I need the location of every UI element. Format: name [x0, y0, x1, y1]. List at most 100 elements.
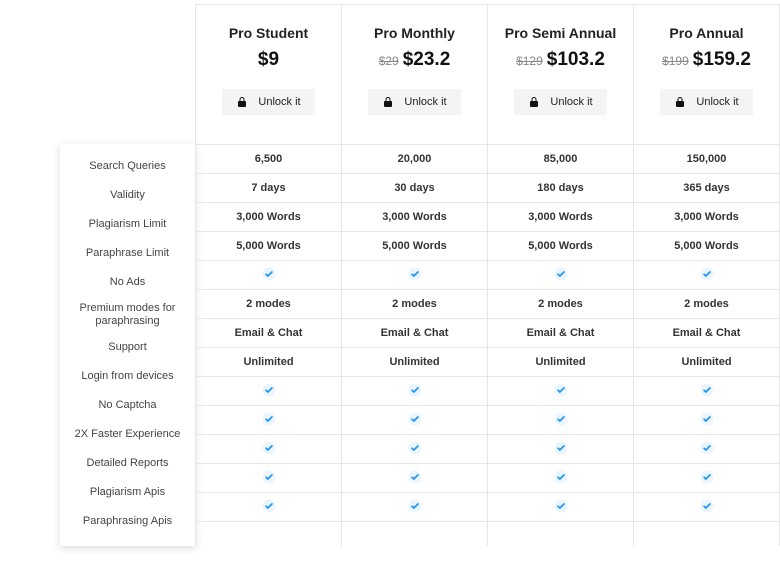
plan-old-price: $29	[379, 54, 399, 68]
feature-label: Support	[60, 333, 195, 362]
check-icon	[700, 470, 714, 484]
feature-cell: 3,000 Words	[634, 203, 779, 232]
plan-price-row: $29 $23.2	[379, 49, 451, 71]
check-icon	[700, 383, 714, 397]
plan-column: Pro Monthly$29$23.2Unlock it20,00030 day…	[342, 4, 488, 546]
check-mark	[262, 441, 276, 458]
check-mark	[408, 441, 422, 458]
feature-cell	[196, 493, 341, 522]
feature-cell: 20,000	[342, 145, 487, 174]
feature-cell	[488, 493, 633, 522]
feature-cell	[196, 406, 341, 435]
feature-cell	[196, 377, 341, 406]
feature-cell	[634, 435, 779, 464]
lock-icon	[528, 96, 540, 108]
feature-cell: 5,000 Words	[488, 232, 633, 261]
check-mark	[262, 412, 276, 429]
feature-cell	[488, 377, 633, 406]
feature-label: Validity	[60, 181, 195, 210]
check-mark	[262, 470, 276, 487]
feature-cell: 5,000 Words	[342, 232, 487, 261]
check-mark	[554, 499, 568, 516]
check-icon	[554, 412, 568, 426]
unlock-button[interactable]: Unlock it	[368, 89, 460, 115]
check-mark	[700, 499, 714, 516]
plan-price-row: $199$159.2	[662, 49, 751, 71]
feature-cell: 85,000	[488, 145, 633, 174]
check-mark	[554, 267, 568, 284]
check-icon	[262, 441, 276, 455]
plan-column: Pro Annual$199$159.2Unlock it150,000365 …	[634, 4, 780, 546]
plan-header: Pro Semi Annual$129$103.2Unlock it	[488, 5, 633, 145]
feature-cell	[634, 464, 779, 493]
feature-cell	[342, 406, 487, 435]
feature-cell: 3,000 Words	[342, 203, 487, 232]
plan-header: Pro Monthly$29$23.2Unlock it	[342, 5, 487, 145]
unlock-button[interactable]: Unlock it	[514, 89, 606, 115]
feature-cell: Email & Chat	[634, 319, 779, 348]
unlock-button[interactable]: Unlock it	[222, 89, 314, 115]
check-icon	[408, 470, 422, 484]
check-mark	[554, 470, 568, 487]
feature-labels-column: Search Queries Validity Plagiarism Limit…	[60, 144, 195, 546]
feature-cell: 3,000 Words	[488, 203, 633, 232]
lock-icon	[674, 96, 686, 108]
check-icon	[554, 441, 568, 455]
check-icon	[700, 412, 714, 426]
plan-price-row: $9	[258, 49, 279, 71]
unlock-button[interactable]: Unlock it	[660, 89, 752, 115]
feature-cell	[196, 261, 341, 290]
feature-label: Premium modes for paraphrasing	[60, 297, 195, 333]
feature-cell: 180 days	[488, 174, 633, 203]
check-mark	[262, 499, 276, 516]
feature-cell	[488, 406, 633, 435]
unlock-label: Unlock it	[258, 96, 300, 108]
check-mark	[262, 383, 276, 400]
feature-cell: Email & Chat	[196, 319, 341, 348]
feature-cell	[196, 464, 341, 493]
check-icon	[262, 499, 276, 513]
feature-cell	[342, 261, 487, 290]
check-icon	[554, 383, 568, 397]
plan-header: Pro Student$9Unlock it	[196, 5, 341, 145]
feature-cell: 2 modes	[634, 290, 779, 319]
feature-cell	[342, 464, 487, 493]
table-area: Search Queries Validity Plagiarism Limit…	[60, 4, 780, 546]
check-icon	[554, 499, 568, 513]
feature-label: No Ads	[60, 268, 195, 297]
plan-price: $103.2	[547, 49, 605, 71]
check-icon	[408, 441, 422, 455]
feature-cell	[488, 261, 633, 290]
unlock-label: Unlock it	[404, 96, 446, 108]
check-mark	[408, 383, 422, 400]
feature-cell: Unlimited	[196, 348, 341, 377]
plan-column: Pro Semi Annual$129$103.2Unlock it85,000…	[488, 4, 634, 546]
check-icon	[262, 470, 276, 484]
feature-cell	[634, 493, 779, 522]
pricing-table: Search Queries Validity Plagiarism Limit…	[0, 0, 780, 561]
feature-label: No Captcha	[60, 391, 195, 420]
feature-cell: 2 modes	[488, 290, 633, 319]
feature-cell: 150,000	[634, 145, 779, 174]
feature-label: Paraphrase Limit	[60, 239, 195, 268]
check-mark	[554, 383, 568, 400]
plans-columns: Pro Student$9Unlock it6,5007 days3,000 W…	[195, 4, 780, 546]
plan-price: $23.2	[403, 49, 451, 71]
check-icon	[408, 412, 422, 426]
check-icon	[262, 267, 276, 281]
check-icon	[554, 267, 568, 281]
feature-cell: 2 modes	[196, 290, 341, 319]
feature-cell: 3,000 Words	[196, 203, 341, 232]
check-icon	[408, 383, 422, 397]
unlock-label: Unlock it	[550, 96, 592, 108]
feature-label: Plagiarism Limit	[60, 210, 195, 239]
plan-old-price: $199	[662, 54, 689, 68]
feature-cell	[342, 493, 487, 522]
check-icon	[262, 383, 276, 397]
feature-cell: 2 modes	[342, 290, 487, 319]
feature-cell: 30 days	[342, 174, 487, 203]
check-mark	[700, 412, 714, 429]
feature-cell: 5,000 Words	[196, 232, 341, 261]
check-icon	[262, 412, 276, 426]
feature-cell: 6,500	[196, 145, 341, 174]
